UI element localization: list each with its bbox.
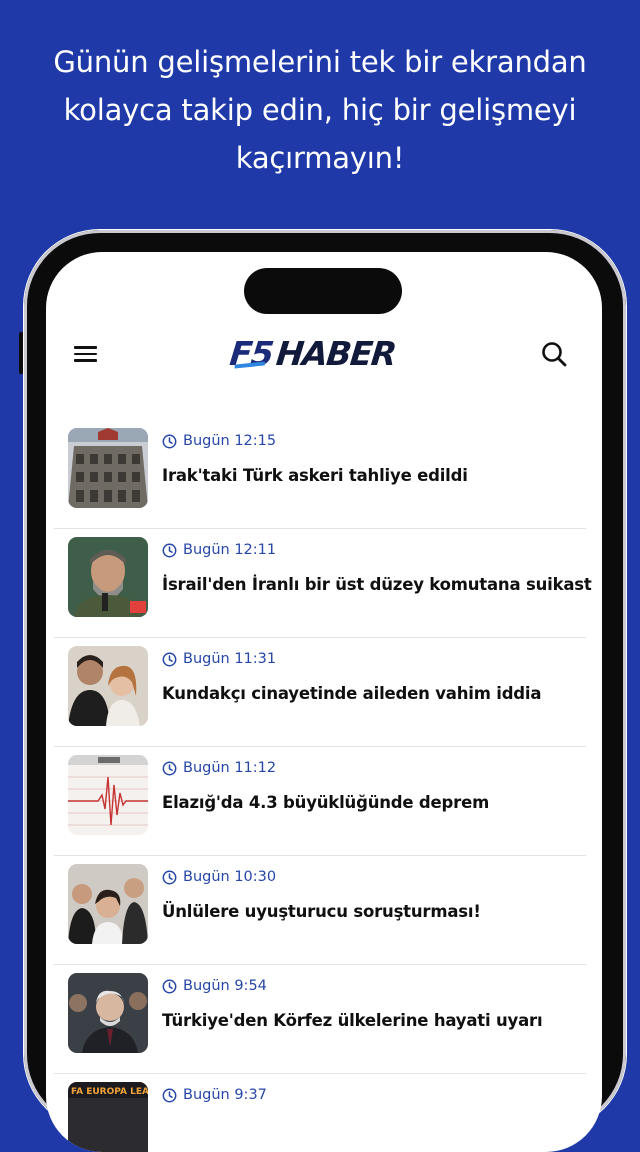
news-item[interactable]: Bugün 12:11 İsrail'den İranlı bir üst dü… xyxy=(54,529,592,638)
news-item[interactable]: FA EUROPA LEAG Bugün 9:37 xyxy=(54,1074,586,1152)
news-item[interactable]: Bugün 11:12 Elazığ'da 4.3 büyüklüğünde d… xyxy=(54,747,586,856)
news-title[interactable]: Türkiye'den Körfez ülkelerine hayati uya… xyxy=(162,1011,582,1030)
promo-line-3: kaçırmayın! xyxy=(235,141,405,175)
logo-text: HABER xyxy=(274,333,398,373)
news-title[interactable]: Irak'taki Türk askeri tahliye edildi xyxy=(162,466,582,485)
news-time: Bugün 12:15 xyxy=(162,430,582,452)
news-time-text: Bugün 10:30 xyxy=(183,869,277,885)
svg-text:FA EUROPA LEAG: FA EUROPA LEAG xyxy=(71,1087,148,1097)
news-thumbnail xyxy=(68,755,148,835)
news-time: Bugün 9:54 xyxy=(162,975,582,997)
news-title[interactable]: Elazığ'da 4.3 büyüklüğünde deprem xyxy=(162,793,582,812)
news-meta: Bugün 10:30 Ünlülere uyuşturucu soruştur… xyxy=(162,866,582,921)
search-icon[interactable] xyxy=(540,340,568,368)
news-title[interactable]: İsrail'den İranlı bir üst düzey komutana… xyxy=(162,575,592,594)
logo-mark: F5 xyxy=(227,333,275,373)
news-thumbnail xyxy=(68,864,148,944)
news-item[interactable]: Bugün 9:54 Türkiye'den Körfez ülkelerine… xyxy=(54,965,586,1074)
clock-icon xyxy=(162,870,177,884)
news-time: Bugün 10:30 xyxy=(162,866,582,888)
news-meta: Bugün 9:54 Türkiye'den Körfez ülkelerine… xyxy=(162,975,582,1030)
news-time-text: Bugün 11:12 xyxy=(183,760,277,776)
hamburger-menu-icon[interactable] xyxy=(73,340,99,366)
promo-line-1: Günün gelişmelerini tek bir ekrandan xyxy=(53,45,587,79)
news-thumbnail xyxy=(68,428,148,508)
clock-icon xyxy=(162,761,177,775)
dynamic-island xyxy=(244,268,402,314)
news-time-text: Bugün 12:11 xyxy=(183,542,277,558)
app-logo[interactable]: F5 HABER xyxy=(228,330,398,376)
clock-icon xyxy=(162,1088,177,1102)
clock-icon xyxy=(162,652,177,666)
news-time: Bugün 11:12 xyxy=(162,757,582,779)
news-thumbnail xyxy=(68,646,148,726)
news-time-text: Bugün 9:54 xyxy=(183,978,267,994)
news-time: Bugün 11:31 xyxy=(162,648,582,670)
news-title[interactable]: Kundakçı cinayetinde aileden vahim iddia xyxy=(162,684,582,703)
news-title[interactable]: Ünlülere uyuşturucu soruşturması! xyxy=(162,902,582,921)
news-time: Bugün 12:11 xyxy=(162,539,582,561)
news-thumbnail: FA EUROPA LEAG xyxy=(68,1082,148,1152)
promo-headline: Günün gelişmelerini tek bir ekrandan kol… xyxy=(40,38,600,182)
news-time-text: Bugün 12:15 xyxy=(183,433,277,449)
news-meta: Bugün 11:12 Elazığ'da 4.3 büyüklüğünde d… xyxy=(162,757,582,812)
news-meta: Bugün 11:31 Kundakçı cinayetinde aileden… xyxy=(162,648,582,703)
news-meta: Bugün 12:11 İsrail'den İranlı bir üst dü… xyxy=(162,539,592,594)
news-time-text: Bugün 9:37 xyxy=(183,1087,267,1103)
app-header: F5 HABER xyxy=(46,326,602,380)
news-meta: Bugün 9:37 xyxy=(162,1084,582,1120)
news-thumbnail xyxy=(68,973,148,1053)
news-item[interactable]: Bugün 12:15 Irak'taki Türk askeri tahliy… xyxy=(54,420,586,529)
clock-icon xyxy=(162,979,177,993)
news-time: Bugün 9:37 xyxy=(162,1084,582,1106)
news-time-text: Bugün 11:31 xyxy=(183,651,277,667)
phone-screen: F5 HABER Bugün 12:15 Irak'taki Türk aske… xyxy=(46,252,602,1152)
news-item[interactable]: Bugün 10:30 Ünlülere uyuşturucu soruştur… xyxy=(54,856,586,965)
news-thumbnail xyxy=(68,537,148,617)
promo-line-2: kolayca takip edin, hiç bir gelişmeyi xyxy=(63,93,577,127)
news-meta: Bugün 12:15 Irak'taki Türk askeri tahliy… xyxy=(162,430,582,485)
clock-icon xyxy=(162,434,177,448)
news-item[interactable]: Bugün 11:31 Kundakçı cinayetinde aileden… xyxy=(54,638,586,747)
news-list: Bugün 12:15 Irak'taki Türk askeri tahliy… xyxy=(54,420,592,1152)
clock-icon xyxy=(162,543,177,557)
